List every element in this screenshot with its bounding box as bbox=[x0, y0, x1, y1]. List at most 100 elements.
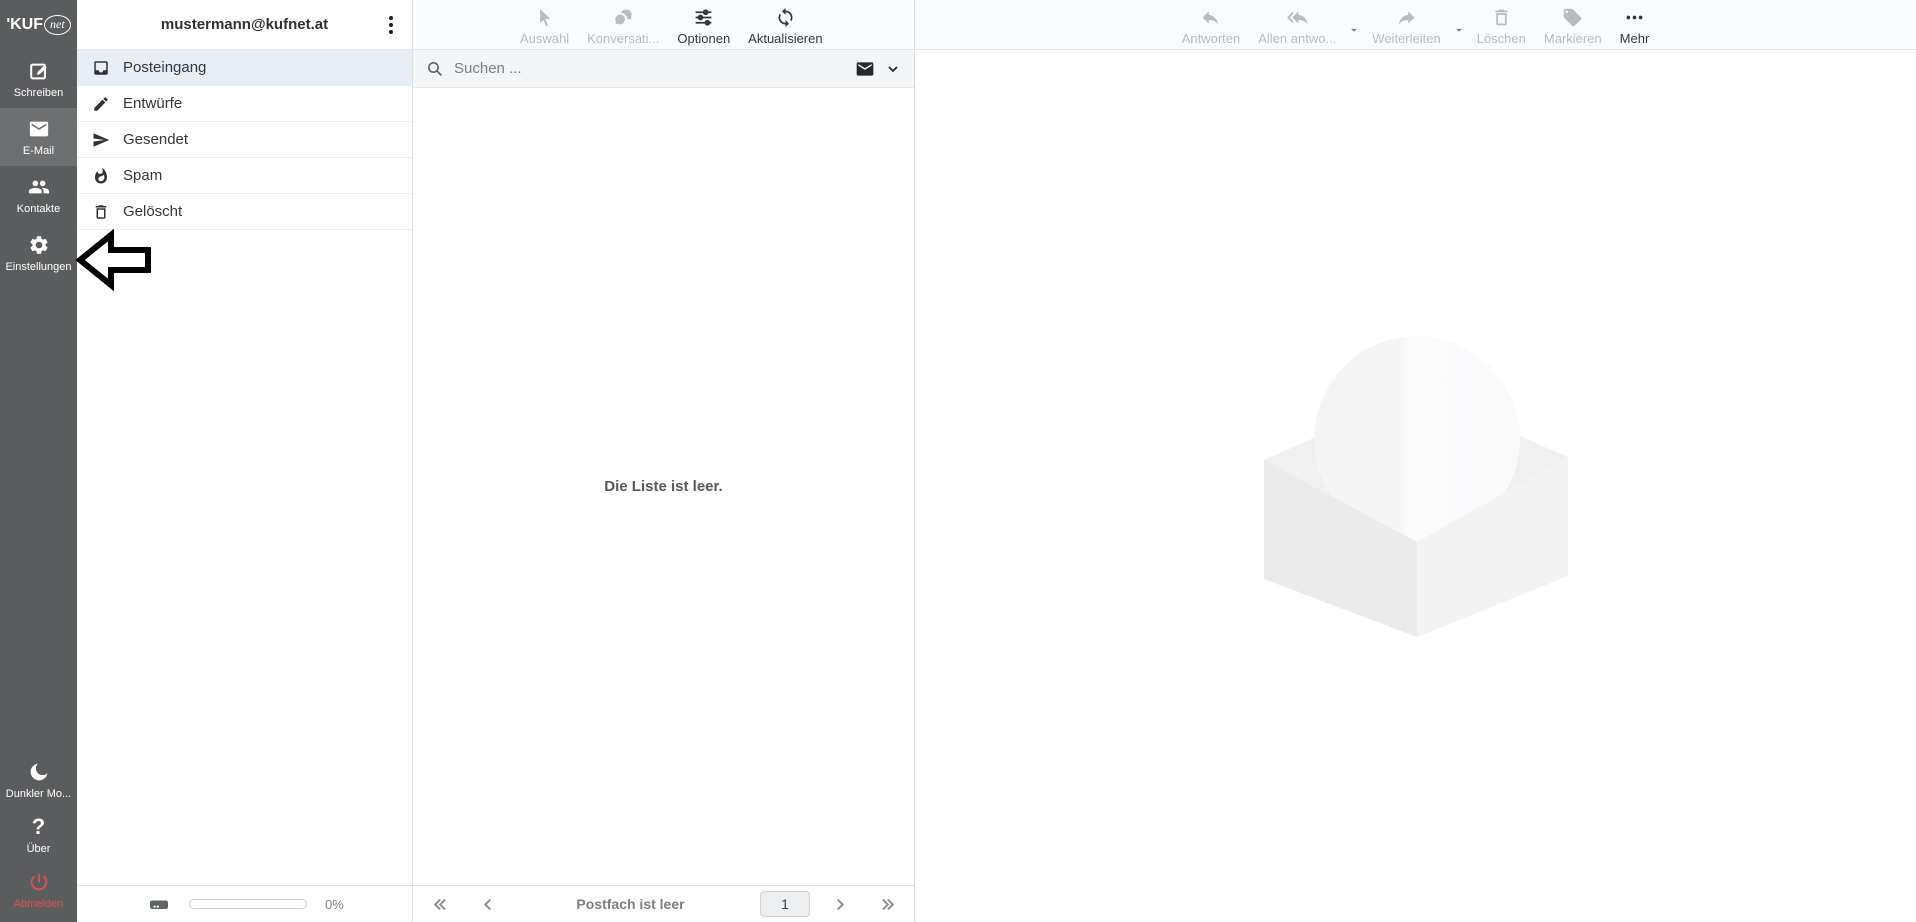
toolbar-button-markieren[interactable]: Markieren bbox=[1535, 0, 1611, 49]
message-list-empty-area: Die Liste ist leer. bbox=[413, 88, 914, 885]
toolbar-button-label: Löschen bbox=[1477, 32, 1526, 46]
toolbar-button-aktualisieren[interactable]: Aktualisieren bbox=[739, 0, 831, 49]
reply-icon bbox=[1200, 7, 1221, 28]
sidebar-item-label: Kontakte bbox=[17, 203, 60, 215]
reply-all-dropdown-caret[interactable] bbox=[1345, 0, 1363, 49]
toolbar-button-konversationen[interactable]: Konversati... bbox=[578, 0, 668, 49]
toolbar-button-label: Antworten bbox=[1182, 32, 1241, 46]
page-number-input[interactable]: 1 bbox=[760, 891, 810, 917]
toolbar-button-label: Konversati... bbox=[587, 32, 659, 46]
folder-label: Gelöscht bbox=[123, 203, 182, 220]
sidebar-item-einstellungen[interactable]: Einstellungen bbox=[0, 224, 77, 282]
folder-item-posteingang[interactable]: Posteingang bbox=[77, 50, 412, 86]
sidebar-item-label: E-Mail bbox=[23, 145, 54, 157]
paper-plane-icon bbox=[92, 131, 110, 149]
folder-item-gesendet[interactable]: Gesendet bbox=[77, 122, 412, 158]
chevron-right-icon bbox=[831, 896, 848, 913]
folder-label: Spam bbox=[123, 167, 162, 184]
trash-icon bbox=[92, 203, 110, 221]
folder-panel: mustermann@kufnet.at Posteingang Entwürf… bbox=[77, 0, 413, 922]
more-dots-icon bbox=[1624, 7, 1645, 28]
toolbar-button-label: Allen antwo... bbox=[1258, 32, 1336, 46]
folder-list: Posteingang Entwürfe Gesendet Spam bbox=[77, 50, 412, 230]
sidebar-item-schreiben[interactable]: Schreiben bbox=[0, 50, 77, 108]
previous-page-button[interactable] bbox=[475, 891, 501, 917]
sidebar-item-logout[interactable]: Abmelden bbox=[0, 863, 77, 918]
power-icon bbox=[28, 871, 50, 893]
caret-down-icon bbox=[1347, 23, 1361, 37]
last-page-button[interactable] bbox=[874, 891, 900, 917]
toolbar-button-auswahl[interactable]: Auswahl bbox=[511, 0, 578, 49]
mail-view-empty-area bbox=[915, 50, 1916, 922]
sidebar-item-about[interactable]: ? Über bbox=[0, 808, 77, 863]
chat-bubbles-icon bbox=[613, 7, 634, 28]
moon-icon bbox=[28, 761, 50, 783]
cursor-icon bbox=[534, 7, 555, 28]
empty-list-text: Die Liste ist leer. bbox=[604, 478, 722, 495]
logo-text-net: net bbox=[44, 15, 71, 35]
list-toolbar: Auswahl Konversati... Optionen bbox=[413, 0, 914, 50]
sidebar-item-label: Abmelden bbox=[14, 898, 64, 910]
sidebar-item-kontakte[interactable]: Kontakte bbox=[0, 166, 77, 224]
mail-toolbar: Antworten Allen antwo... Weiterleiten bbox=[915, 0, 1916, 50]
toolbar-button-optionen[interactable]: Optionen bbox=[668, 0, 739, 49]
toolbar-button-label: Markieren bbox=[1544, 32, 1602, 46]
first-page-button[interactable] bbox=[427, 891, 453, 917]
cube-sphere-watermark bbox=[1264, 335, 1568, 637]
next-page-button[interactable] bbox=[826, 891, 852, 917]
toolbar-button-label: Mehr bbox=[1620, 32, 1650, 46]
mail-view-panel: Antworten Allen antwo... Weiterleiten bbox=[915, 0, 1916, 922]
mail-icon bbox=[28, 118, 50, 140]
sidebar-item-label: Dunkler Mo... bbox=[6, 788, 71, 800]
message-list-panel: Auswahl Konversati... Optionen bbox=[413, 0, 915, 922]
sidebar-bottom-group: Dunkler Mo... ? Über Abmelden bbox=[0, 753, 77, 922]
settings-gear-icon bbox=[28, 234, 50, 256]
quota-bar-section: 0% bbox=[77, 885, 412, 922]
quota-percent: 0% bbox=[325, 897, 344, 912]
toolbar-button-weiterleiten[interactable]: Weiterleiten bbox=[1363, 0, 1449, 49]
double-chevron-left-icon bbox=[432, 896, 449, 913]
trash-icon bbox=[1491, 7, 1512, 28]
compose-icon bbox=[28, 60, 50, 82]
pencil-icon bbox=[92, 95, 110, 113]
pagination-bar: Postfach ist leer 1 bbox=[413, 885, 914, 922]
contacts-icon bbox=[28, 176, 50, 198]
chevron-left-icon bbox=[480, 896, 497, 913]
sliders-icon bbox=[693, 7, 714, 28]
kufnet-logo[interactable]: 'KUF net bbox=[0, 0, 77, 50]
flame-icon bbox=[92, 167, 110, 185]
sidebar-item-email[interactable]: E-Mail bbox=[0, 108, 77, 166]
inbox-icon bbox=[92, 59, 110, 77]
forward-icon bbox=[1396, 7, 1417, 28]
refresh-icon bbox=[775, 7, 796, 28]
folder-item-spam[interactable]: Spam bbox=[77, 158, 412, 194]
account-email: mustermann@kufnet.at bbox=[77, 16, 412, 33]
folder-panel-header: mustermann@kufnet.at bbox=[77, 0, 412, 50]
sidebar-item-label: Schreiben bbox=[14, 87, 64, 99]
search-input[interactable] bbox=[454, 60, 845, 77]
forward-dropdown-caret[interactable] bbox=[1450, 0, 1468, 49]
toolbar-button-loeschen[interactable]: Löschen bbox=[1468, 0, 1535, 49]
toolbar-button-label: Optionen bbox=[677, 32, 730, 46]
app-sidebar: 'KUF net Schreiben E-Mail Kontakte bbox=[0, 0, 77, 922]
toolbar-button-antworten[interactable]: Antworten bbox=[1173, 0, 1250, 49]
search-scope-envelope-icon[interactable] bbox=[855, 59, 875, 79]
folder-label: Posteingang bbox=[123, 59, 206, 76]
question-icon: ? bbox=[32, 816, 45, 838]
storage-icon[interactable] bbox=[147, 892, 171, 916]
toolbar-button-label: Aktualisieren bbox=[748, 32, 822, 46]
quota-progress-bar bbox=[189, 899, 307, 909]
logo-text-kuf: 'KUF bbox=[6, 16, 43, 34]
sidebar-item-dark-mode[interactable]: Dunkler Mo... bbox=[0, 753, 77, 808]
webmail-app: 'KUF net Schreiben E-Mail Kontakte bbox=[0, 0, 1916, 922]
sidebar-item-label: Über bbox=[27, 843, 51, 855]
folder-item-entwuerfe[interactable]: Entwürfe bbox=[77, 86, 412, 122]
toolbar-button-mehr[interactable]: Mehr bbox=[1611, 0, 1659, 49]
toolbar-button-allen-antworten[interactable]: Allen antwo... bbox=[1249, 0, 1345, 49]
folder-item-geloescht[interactable]: Gelöscht bbox=[77, 194, 412, 230]
folder-label: Entwürfe bbox=[123, 95, 182, 112]
kebab-menu-icon[interactable] bbox=[380, 14, 402, 36]
double-chevron-right-icon bbox=[879, 896, 896, 913]
chevron-down-icon[interactable] bbox=[885, 61, 901, 77]
toolbar-button-label: Weiterleiten bbox=[1372, 32, 1440, 46]
